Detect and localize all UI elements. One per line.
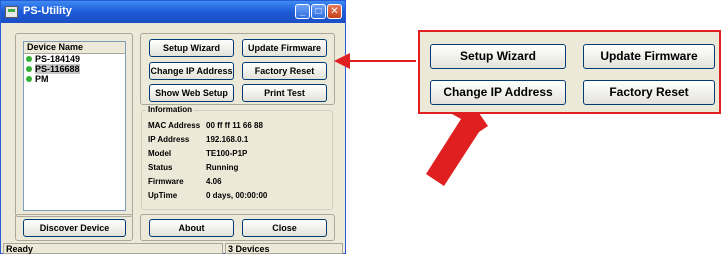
- callout-change-ip-address-button[interactable]: Change IP Address: [430, 80, 566, 105]
- pointer-arrow-left: [334, 53, 416, 69]
- callout-setup-wizard-button[interactable]: Setup Wizard: [430, 44, 566, 69]
- zoomed-callout: Setup Wizard Update Firmware Change IP A…: [418, 30, 721, 114]
- pointer-arrow-diagonal: [426, 103, 488, 186]
- callout-update-firmware-button[interactable]: Update Firmware: [583, 44, 715, 69]
- callout-factory-reset-button[interactable]: Factory Reset: [583, 80, 715, 105]
